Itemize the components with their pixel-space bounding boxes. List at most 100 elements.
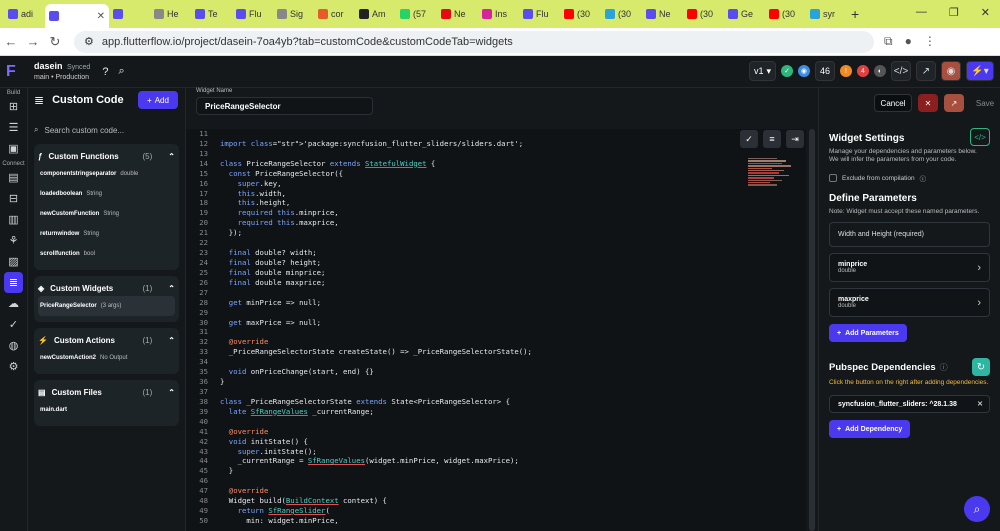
chevron-up-icon[interactable]: ⌃ [168, 284, 175, 293]
group-header[interactable]: ƒ Custom Functions (5) ⌃ [38, 148, 175, 164]
reload-icon[interactable]: ↻ [44, 34, 66, 50]
code-line[interactable]: 20 required this.maxprice, [186, 218, 806, 228]
code-line[interactable]: 18 this.height, [186, 198, 806, 208]
run-bolt-icon[interactable]: ⚡▾ [966, 61, 994, 81]
group-item[interactable]: componentstringseparator double [38, 164, 175, 184]
browser-tab[interactable] [109, 3, 150, 25]
refresh-icon[interactable]: ↻ [972, 358, 990, 376]
code-line[interactable]: 43 super.initState(); [186, 447, 806, 457]
tests-icon[interactable]: ✓ [0, 314, 27, 335]
code-line[interactable]: 22 [186, 238, 806, 248]
editor-scrollbar[interactable] [806, 129, 818, 531]
extensions-icon[interactable]: ⧉ [884, 34, 893, 49]
media-icon[interactable]: ▨ [0, 251, 27, 272]
group-header[interactable]: ▤ Custom Files (1) ⌃ [38, 384, 175, 400]
browser-tab[interactable]: syr [806, 3, 847, 25]
menu-icon[interactable]: ⋮ [924, 34, 936, 49]
project-info[interactable]: dasein Synced main • Production [34, 60, 90, 83]
open-external-icon[interactable]: ↗ [916, 61, 936, 81]
code-line[interactable]: 36} [186, 377, 806, 387]
discard-icon[interactable]: ✕ [918, 94, 938, 112]
group-header[interactable]: ◈ Custom Widgets (1) ⌃ [38, 280, 175, 296]
browser-tab[interactable]: Flu [232, 3, 273, 25]
code-line[interactable]: 34 [186, 357, 806, 367]
chevron-right-icon[interactable]: › [977, 297, 981, 309]
indent-icon[interactable]: ⇥ [786, 130, 804, 148]
flutterflow-logo-icon[interactable]: F [6, 63, 24, 81]
export-icon[interactable]: ↗ [944, 94, 964, 112]
browser-tab[interactable]: (57 [396, 3, 437, 25]
pages-icon[interactable]: ⊞ [0, 96, 27, 117]
close-window-icon[interactable]: ✕ [981, 6, 990, 19]
help-chat-icon[interactable]: ⌕ [964, 496, 990, 522]
code-icon[interactable]: </> [970, 128, 990, 146]
group-item[interactable]: loadedboolean String [38, 184, 175, 204]
browser-tab[interactable]: Sig [273, 3, 314, 25]
custom-code-icon[interactable]: ≣ [4, 272, 23, 293]
group-item[interactable]: newCustomFunction String [38, 204, 175, 224]
code-line[interactable]: 46 [186, 476, 806, 486]
code-line[interactable]: 28 get minPrice => null; [186, 298, 806, 308]
code-line[interactable]: 40 [186, 417, 806, 427]
code-line[interactable]: 13 [186, 149, 806, 159]
code-line[interactable]: 39 late SfRangeValues _currentRange; [186, 407, 806, 417]
group-header[interactable]: ⚡ Custom Actions (1) ⌃ [38, 332, 175, 348]
profile-avatar[interactable]: ● [905, 34, 912, 49]
browser-tab[interactable]: Te [191, 3, 232, 25]
group-item[interactable]: returnwindow String [38, 224, 175, 244]
status-ok-icon[interactable]: ✓ [780, 65, 793, 77]
group-item[interactable]: PriceRangeSelector (3 args) [38, 296, 175, 316]
app-values-icon[interactable]: ▥ [0, 209, 27, 230]
settings-icon[interactable]: ⚙ [0, 356, 27, 377]
browser-tab[interactable]: (30 [601, 3, 642, 25]
warning-icon[interactable]: ! [840, 65, 852, 77]
agents-icon[interactable]: ◍ [0, 335, 27, 356]
integrations-icon[interactable]: ⚘ [0, 230, 27, 251]
eye-icon[interactable]: ◉ [941, 61, 961, 81]
code-line[interactable]: 27 [186, 288, 806, 298]
browser-tab[interactable]: Ins [478, 3, 519, 25]
code-line[interactable]: 15 const PriceRangeSelector({ [186, 169, 806, 179]
browser-tab[interactable]: Ne [437, 3, 478, 25]
code-line[interactable]: 47 @override [186, 486, 806, 496]
url-field[interactable]: ⚙ app.flutterflow.io/project/dasein-7oa4… [74, 30, 874, 53]
code-line[interactable]: 17 this.width, [186, 189, 806, 199]
check-icon[interactable]: ✓ [740, 130, 758, 148]
code-line[interactable]: 16 super.key, [186, 179, 806, 189]
code-line[interactable]: 14 class PriceRangeSelector extends State… [186, 159, 806, 169]
code-line[interactable]: 50 min: widget.minPrice, [186, 516, 806, 526]
format-icon[interactable]: ≡ [763, 130, 781, 148]
code-line[interactable]: 49 return SfRangeSlider( [186, 506, 806, 516]
exclude-checkbox[interactable] [829, 174, 837, 182]
notification-count[interactable]: 4 [857, 65, 869, 77]
browser-tab[interactable]: Ne [642, 3, 683, 25]
code-line[interactable]: 42 void initState() { [186, 437, 806, 447]
chevron-right-icon[interactable]: › [977, 262, 981, 274]
code-line[interactable]: 23 final double? width; [186, 248, 806, 258]
code-editor[interactable]: 11 12 import class="str">'package:syncfusi… [186, 129, 806, 531]
chevron-up-icon[interactable]: ⌃ [168, 388, 175, 397]
group-item[interactable]: scrollfunction bool [38, 244, 175, 264]
code-line[interactable]: 19 required this.minprice, [186, 208, 806, 218]
components-icon[interactable]: ▣ [0, 138, 27, 159]
close-tab-icon[interactable]: ✕ [97, 11, 105, 22]
back-icon[interactable]: ← [0, 34, 22, 49]
minimize-icon[interactable]: — [916, 6, 927, 19]
parameter-card[interactable]: minprice double › [829, 253, 990, 282]
code-line[interactable]: 24 final double? height; [186, 258, 806, 268]
dependency-item[interactable]: syncfusion_flutter_sliders: ^28.1.38 ✕ [829, 395, 990, 413]
width-height-param[interactable]: Width and Height (required) [829, 222, 990, 247]
site-info-icon[interactable]: ⚙ [84, 35, 94, 48]
code-view-icon[interactable]: </> [891, 61, 911, 81]
browser-tab[interactable]: ✕ [45, 4, 109, 28]
browser-tab[interactable]: (30 [683, 3, 724, 25]
code-minimap[interactable] [748, 158, 796, 218]
add-dependency-button[interactable]: + Add Dependency [829, 420, 911, 438]
browser-tab[interactable]: cor [314, 3, 355, 25]
code-line[interactable]: 45 } [186, 466, 806, 476]
new-tab-icon[interactable]: + [851, 6, 859, 22]
search-icon[interactable]: ⌕ [118, 65, 124, 78]
add-parameters-button[interactable]: + Add Parameters [829, 324, 907, 342]
code-line[interactable]: 31 [186, 327, 806, 337]
firestore-icon[interactable]: ▤ [0, 167, 27, 188]
